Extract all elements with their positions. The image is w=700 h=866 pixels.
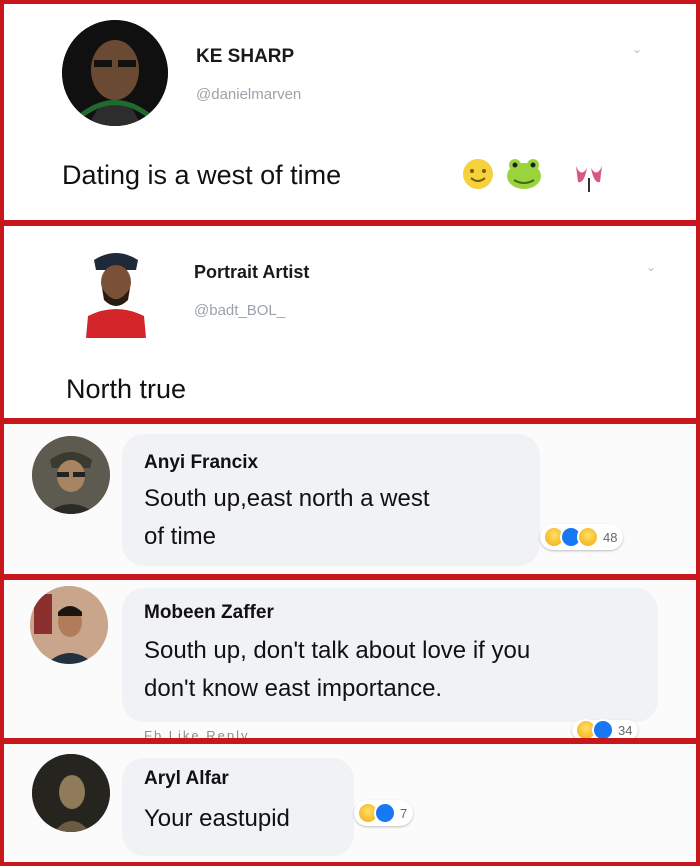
wow-icon	[577, 526, 599, 548]
avatar[interactable]	[78, 244, 154, 338]
reaction-summary[interactable]: 34	[572, 719, 639, 738]
smiling-face-icon	[460, 156, 496, 197]
commenter-name[interactable]: Aryl Alfar	[144, 768, 229, 790]
tweet-text: Dating is a west of time	[62, 160, 342, 190]
author-handle[interactable]: @badt_BOL_	[194, 302, 285, 319]
comment-anyi-francix: Anyi Francix South up,east north a west …	[0, 420, 700, 578]
tweet-text: North true	[66, 374, 187, 404]
like-icon	[592, 719, 614, 738]
comment-text-line-1: South up, don't talk about love if you	[144, 637, 531, 664]
chevron-down-icon[interactable]: ⌄	[632, 42, 642, 56]
frog-face-icon	[504, 154, 544, 197]
avatar[interactable]	[32, 436, 110, 514]
author-name[interactable]: KE SHARP	[196, 46, 294, 68]
tweet-portrait-artist: Portrait Artist @badt_BOL_ ⌄ North true	[0, 222, 700, 422]
reaction-summary[interactable]: 7	[354, 800, 414, 826]
reaction-count: 48	[603, 529, 618, 545]
comment-actions[interactable]: Fb Like Reply	[144, 728, 249, 738]
commenter-name[interactable]: Mobeen Zaffer	[144, 602, 274, 624]
reaction-summary[interactable]: 48	[540, 524, 624, 550]
comment-text-line-1: South up,east north a west	[144, 485, 430, 512]
comment-mobeen-zaffer: Mobeen Zaffer South up, don't talk about…	[0, 576, 700, 742]
comment-text: Your eastupid	[144, 805, 290, 832]
reaction-count: 7	[400, 805, 408, 821]
like-icon	[374, 802, 396, 824]
avatar[interactable]	[30, 586, 108, 664]
chevron-down-icon[interactable]: ⌄	[646, 260, 656, 274]
author-name[interactable]: Portrait Artist	[194, 262, 309, 283]
comment-text-line-2: don't know east importance.	[144, 675, 443, 702]
pink-tulip-icon	[572, 160, 606, 199]
tweet-ke-sharp: KE SHARP @danielmarven ⌄ Dating is a wes…	[0, 0, 700, 224]
avatar[interactable]	[32, 754, 110, 832]
reaction-count: 34	[618, 722, 633, 738]
avatar[interactable]	[62, 20, 168, 126]
commenter-name[interactable]: Anyi Francix	[144, 452, 258, 474]
comment-text-line-2: of time	[144, 523, 217, 550]
comment-aryl-alfar: Aryl Alfar Your eastupid 7	[0, 740, 700, 866]
author-handle[interactable]: @danielmarven	[196, 86, 301, 103]
